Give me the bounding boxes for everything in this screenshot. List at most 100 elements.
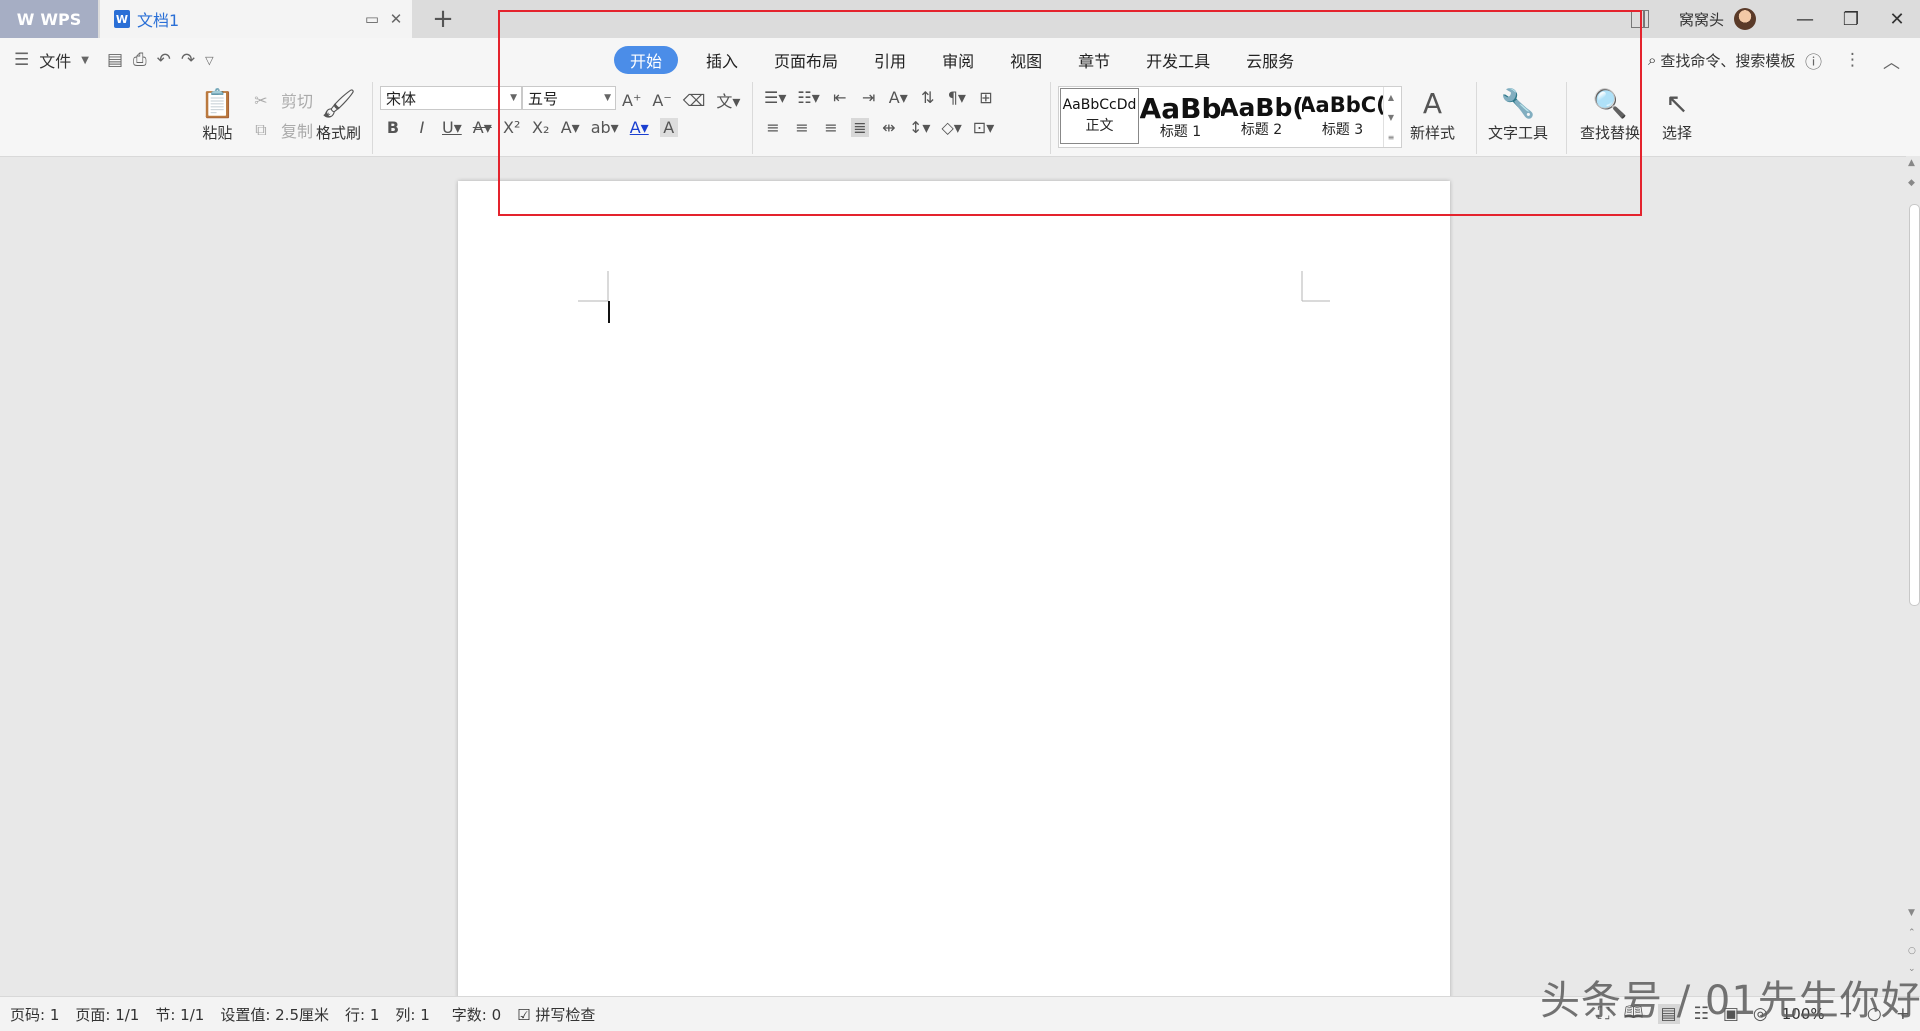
cut-label: 剪切 (281, 92, 314, 111)
bold-icon[interactable]: B (384, 118, 402, 137)
collapse-ribbon-icon[interactable]: ︿ (1883, 48, 1900, 73)
command-search[interactable]: ⌕ 查找命令、搜索模板 (1648, 46, 1795, 74)
tab-start[interactable]: 开始 (614, 46, 679, 74)
subscript-icon[interactable]: X₂ (532, 118, 550, 137)
font-family-select[interactable]: 宋体 ▼ (380, 86, 522, 110)
scroll-up-icon[interactable]: ▲ (1908, 158, 1915, 168)
status-setting[interactable]: 设置值: 2.5厘米 (220, 1004, 329, 1025)
shading-icon[interactable]: ◇▾ (941, 118, 961, 137)
italic-icon[interactable]: I (413, 118, 431, 137)
increase-indent-icon[interactable]: ⇥ (860, 88, 878, 107)
underline-icon[interactable]: U▾ (442, 118, 462, 137)
prev-page-icon[interactable]: ⌃ (1908, 928, 1916, 938)
new-tab-button[interactable]: + (428, 4, 458, 34)
font-size-select[interactable]: 五号 ▼ (522, 86, 616, 110)
tab-page-layout[interactable]: 页面布局 (756, 46, 856, 74)
superscript-icon[interactable]: X² (503, 118, 521, 137)
wps-home-tab[interactable]: W WPS (0, 0, 98, 38)
align-left-icon[interactable]: ≡ (764, 118, 782, 137)
tab-developer[interactable]: 开发工具 (1128, 46, 1228, 74)
expand-icon[interactable]: ≡ (1388, 133, 1395, 142)
styles-scroll[interactable]: ▲ ▼ ≡ (1383, 87, 1398, 147)
tab-references[interactable]: 引用 (856, 46, 924, 74)
save-icon[interactable]: ▤ (107, 50, 123, 70)
status-row[interactable]: 行: 1 (345, 1004, 379, 1025)
file-menu[interactable]: 文件 (39, 48, 71, 72)
grow-font-icon[interactable]: A⁺ (622, 91, 641, 110)
bullet-list-icon[interactable]: ☰▾ (764, 88, 786, 107)
font-color-icon[interactable]: A▾ (630, 118, 649, 137)
restore-button[interactable]: ❐ (1828, 0, 1874, 38)
tab-review[interactable]: 审阅 (924, 46, 992, 74)
table-border-icon[interactable]: ⊞ (977, 88, 995, 107)
close-window-button[interactable]: ✕ (1874, 0, 1920, 38)
select-browse-icon[interactable]: ○ (1908, 946, 1916, 956)
vertical-scrollbar[interactable]: ▲ ◆ ▼ ⌃ ○ ⌄ (1906, 156, 1920, 996)
scroll-up-page-icon[interactable]: ◆ (1908, 178, 1915, 188)
cut-button[interactable]: ✂ 剪切 (252, 88, 313, 112)
status-word-count[interactable]: 字数: 0 (452, 1004, 501, 1025)
select-button[interactable]: ↖ 选择 (1662, 84, 1692, 143)
float-window-icon[interactable]: ▭ (362, 9, 382, 29)
spell-check-button[interactable]: ☑ 拼写检查 (517, 1004, 595, 1025)
sidebar-toggle-icon[interactable] (1630, 10, 1649, 28)
borders-icon[interactable]: ⊡▾ (973, 118, 994, 137)
text-tools-button[interactable]: 🔧 文字工具 (1488, 84, 1548, 143)
magnifier-icon: 🔍 (1592, 86, 1628, 120)
chevron-down-icon[interactable]: ▼ (81, 55, 89, 66)
help-icon[interactable]: ⓘ (1805, 48, 1822, 73)
show-marks-icon[interactable]: ¶▾ (948, 88, 966, 107)
ribbon-tabs: 开始 插入 页面布局 引用 审阅 视图 章节 开发工具 云服务 (614, 46, 1312, 74)
tab-chapter[interactable]: 章节 (1060, 46, 1128, 74)
decrease-indent-icon[interactable]: ⇤ (831, 88, 849, 107)
menu-icon[interactable]: ☰ (14, 50, 29, 70)
status-page-number[interactable]: 页码: 1 (10, 1004, 59, 1025)
scrollbar-thumb[interactable] (1909, 204, 1920, 606)
document-page[interactable] (458, 181, 1450, 1021)
paste-button[interactable]: 📋 粘贴 (200, 84, 235, 143)
undo-icon[interactable]: ↶ (157, 50, 171, 70)
chevron-down-icon[interactable]: ▼ (1388, 113, 1394, 122)
text-effect-icon[interactable]: A▾ (561, 118, 580, 137)
align-center-icon[interactable]: ≡ (793, 118, 811, 137)
align-right-icon[interactable]: ≡ (822, 118, 840, 137)
redo-icon[interactable]: ↷ (181, 50, 195, 70)
tab-cloud[interactable]: 云服务 (1228, 46, 1312, 74)
style-normal[interactable]: AaBbCcDd 正文 (1060, 88, 1139, 144)
char-shading-icon[interactable]: A (659, 118, 678, 137)
clear-format-icon[interactable]: ⌫ (683, 91, 706, 110)
tab-insert[interactable]: 插入 (688, 46, 756, 74)
phonetic-guide-icon[interactable]: 文▾ (716, 88, 740, 112)
style-heading-3[interactable]: AaBbC( 标题 3 (1302, 87, 1383, 145)
style-heading-2[interactable]: AaBb( 标题 2 (1221, 87, 1302, 145)
close-tab-icon[interactable]: ✕ (386, 9, 406, 29)
style-heading-1[interactable]: AaBb 标题 1 (1140, 87, 1221, 145)
line-spacing-icon[interactable]: ↕▾ (909, 118, 930, 137)
customize-quick-access-icon[interactable]: ▽ (205, 54, 213, 67)
minimize-button[interactable]: — (1782, 0, 1828, 38)
tab-view[interactable]: 视图 (992, 46, 1060, 74)
document-tab[interactable]: W 文档1 ▭ ✕ (100, 0, 412, 38)
new-style-button[interactable]: A 新样式 (1410, 84, 1455, 143)
status-section[interactable]: 节: 1/1 (155, 1004, 204, 1025)
copy-button[interactable]: ⧉ 复制 (252, 118, 313, 142)
status-column[interactable]: 列: 1 (395, 1004, 429, 1025)
avatar[interactable] (1734, 8, 1756, 30)
more-icon[interactable]: ⋮ (1844, 50, 1861, 70)
format-painter-button[interactable]: 🖌 格式刷 (316, 84, 361, 143)
sort-icon[interactable]: ⇅ (919, 88, 937, 107)
numbered-list-icon[interactable]: ☷▾ (797, 88, 819, 107)
text-direction-icon[interactable]: A▾ (889, 88, 908, 107)
scroll-down-icon[interactable]: ▼ (1908, 908, 1915, 918)
print-icon[interactable]: ⎙ (133, 50, 147, 70)
shrink-font-icon[interactable]: A⁻ (652, 91, 671, 110)
distribute-icon[interactable]: ⇹ (880, 118, 898, 137)
status-pages[interactable]: 页面: 1/1 (75, 1004, 139, 1025)
user-name[interactable]: 窝窝头 (1679, 9, 1724, 30)
highlight-icon[interactable]: ab▾ (591, 118, 619, 137)
chevron-up-icon[interactable]: ▲ (1388, 93, 1394, 102)
justify-icon[interactable]: ≣ (851, 118, 869, 137)
strikethrough-icon[interactable]: A▾ (473, 118, 492, 137)
spell-check-label: 拼写检查 (535, 1005, 596, 1024)
find-replace-button[interactable]: 🔍 查找替换 (1580, 84, 1640, 143)
